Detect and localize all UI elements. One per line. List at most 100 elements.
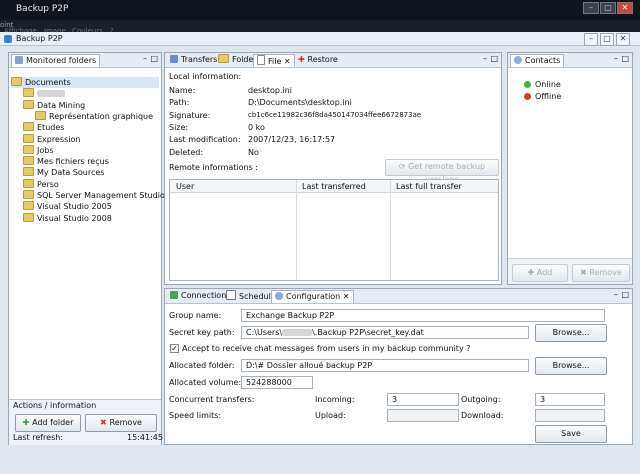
- allocated-volume-label: Allocated volume:: [169, 378, 242, 387]
- download-field[interactable]: [535, 409, 605, 422]
- group-name-field[interactable]: Exchange Backup P2P: [241, 309, 605, 322]
- browse-secret-key-button[interactable]: Browse...: [535, 324, 607, 342]
- folder-tree-item[interactable]: Expression: [23, 133, 80, 145]
- folder-tree-item[interactable]: SQL Server Management Studio: [23, 190, 165, 201]
- folder-tree-item[interactable]: Représentation graphique: [35, 110, 153, 122]
- center-tabbar: Transfers Folder File ✕ ✚ Restore – □: [165, 53, 501, 68]
- add-contact-button[interactable]: ✚ Add: [512, 264, 568, 282]
- folder-icon: [23, 144, 34, 154]
- schedule-icon: [226, 290, 236, 300]
- size-label: Size:: [169, 123, 189, 132]
- bottom-tabbar: Connection Schedule Configuration ✕ – □: [165, 289, 632, 304]
- folder-icon: [23, 178, 34, 188]
- file-info-panel: Transfers Folder File ✕ ✚ Restore – □ Lo…: [164, 52, 502, 285]
- panel-minimize-icon[interactable]: –: [614, 290, 618, 299]
- column-user[interactable]: User: [176, 182, 194, 191]
- folder-tree-item[interactable]: Mes fichiers reçus: [23, 156, 109, 167]
- offline-status-icon: [524, 93, 531, 100]
- download-label: Download:: [461, 411, 504, 420]
- upload-field[interactable]: [387, 409, 459, 422]
- deleted-value: No: [248, 148, 259, 157]
- tab-monitored-folders[interactable]: Monitored folders: [11, 54, 101, 67]
- folder-icon: [11, 77, 22, 86]
- outer-maximize-button[interactable]: □: [600, 2, 616, 14]
- outer-window-titlebar: Backup P2P – □ ✕: [0, 0, 640, 20]
- folder-tree: Documents Data Mining Représentation graph…: [11, 77, 165, 257]
- contacts-list: Online Offline: [510, 69, 630, 253]
- last-refresh-value: 15:41:45: [127, 433, 163, 442]
- folder-tree-item[interactable]: [23, 88, 65, 99]
- minimize-button[interactable]: –: [584, 33, 598, 46]
- tab-configuration[interactable]: Configuration ✕: [271, 290, 354, 303]
- folder-tree-item[interactable]: Etudes: [23, 122, 64, 133]
- name-label: Name:: [169, 86, 196, 95]
- maximize-button[interactable]: □: [600, 33, 614, 46]
- remote-versions-table[interactable]: User Last transferred Last full transfer: [169, 179, 499, 281]
- concurrent-transfers-label: Concurrent transfers:: [169, 395, 255, 404]
- folder-icon: [23, 201, 34, 211]
- get-remote-versions-button[interactable]: ⟳ Get remote backup versions: [385, 159, 499, 184]
- close-button[interactable]: ✕: [616, 33, 630, 46]
- allocated-volume-field[interactable]: 524288000: [241, 376, 313, 389]
- restore-icon: ✚: [298, 55, 308, 64]
- app-title: Backup P2P: [16, 34, 63, 43]
- browse-allocated-folder-button[interactable]: Browse...: [535, 357, 607, 375]
- accept-chat-label: Accept to receive chat messages from use…: [182, 344, 471, 353]
- tab-file[interactable]: File ✕: [253, 54, 295, 67]
- panel-maximize-icon[interactable]: □: [621, 290, 629, 299]
- size-value: 0 ko: [248, 123, 265, 132]
- remove-contact-button[interactable]: ✖ Remove: [572, 264, 630, 282]
- tab-connection[interactable]: Connection: [167, 290, 229, 302]
- panel-maximize-icon[interactable]: □: [150, 54, 158, 63]
- folder-tree-label: SQL Server Management Studio: [37, 191, 165, 200]
- column-last-full-transfer[interactable]: Last full transfer: [396, 182, 462, 191]
- panel-maximize-icon[interactable]: □: [621, 54, 629, 63]
- incoming-field[interactable]: 3: [387, 393, 459, 406]
- local-info-header: Local information:: [169, 72, 242, 81]
- secret-key-field[interactable]: C:\Users\ \.Backup P2P\secret_key.dat: [241, 326, 529, 339]
- outer-close-button[interactable]: ✕: [617, 2, 633, 14]
- folder-icon: [23, 156, 34, 166]
- tab-transfers[interactable]: Transfers: [167, 54, 220, 66]
- folder-icon: [23, 88, 34, 98]
- folder-tree-item[interactable]: Visual Studio 2005: [23, 201, 112, 212]
- folder-icon: [23, 99, 34, 109]
- add-folder-button[interactable]: ✚ Add folder: [15, 414, 81, 432]
- save-button[interactable]: Save: [535, 425, 607, 443]
- folder-tree-item[interactable]: Jobs: [23, 144, 54, 156]
- contact-group-online[interactable]: Online: [524, 79, 561, 90]
- accept-chat-checkbox[interactable]: ✓: [170, 344, 179, 353]
- configuration-panel: Connection Schedule Configuration ✕ – □ …: [164, 288, 633, 445]
- folder-tree-item[interactable]: My Data Sources: [23, 167, 104, 178]
- group-name-label: Group name:: [169, 311, 222, 320]
- folder-tree-label: Etudes: [37, 123, 65, 133]
- folder-icon: [23, 122, 34, 132]
- folder-tree-item[interactable]: Data Mining: [23, 99, 85, 111]
- panel-minimize-icon[interactable]: –: [614, 54, 618, 63]
- folder-tree-item[interactable]: Documents: [11, 77, 159, 88]
- tab-restore[interactable]: ✚ Restore: [295, 54, 341, 66]
- allocated-folder-field[interactable]: D:\# Dossier alloué backup P2P: [241, 359, 529, 372]
- panel-minimize-icon[interactable]: –: [483, 54, 487, 63]
- contacts-tabbar: Contacts – □: [508, 53, 632, 68]
- remove-icon: ✖: [580, 268, 590, 277]
- tab-contacts[interactable]: Contacts: [510, 54, 565, 67]
- tab-close-icon[interactable]: ✕: [340, 292, 350, 301]
- app-icon: [4, 35, 12, 43]
- remove-folder-button[interactable]: ✖ Remove: [85, 414, 157, 432]
- transfers-icon: [170, 55, 178, 63]
- panel-minimize-icon[interactable]: –: [143, 54, 147, 63]
- monitored-folders-icon: [15, 56, 23, 64]
- outer-minimize-button[interactable]: –: [583, 2, 599, 14]
- folder-tree-label: My Data Sources: [37, 168, 105, 178]
- folder-tree-item[interactable]: Perso: [23, 178, 59, 190]
- column-last-transferred[interactable]: Last transferred: [302, 182, 366, 191]
- panel-maximize-icon[interactable]: □: [490, 54, 498, 63]
- contact-group-offline[interactable]: Offline: [524, 91, 561, 102]
- contacts-panel: Contacts – □ Online Offline ✚ Add ✖ Remo…: [507, 52, 633, 285]
- outgoing-field[interactable]: 3: [535, 393, 605, 406]
- monitored-folders-panel: Monitored folders – □ Documents Data Mini…: [8, 52, 165, 445]
- tab-close-icon[interactable]: ✕: [281, 57, 291, 66]
- folder-tree-label: Mes fichiers reçus: [37, 157, 109, 167]
- folder-tree-item[interactable]: Visual Studio 2008: [23, 212, 112, 224]
